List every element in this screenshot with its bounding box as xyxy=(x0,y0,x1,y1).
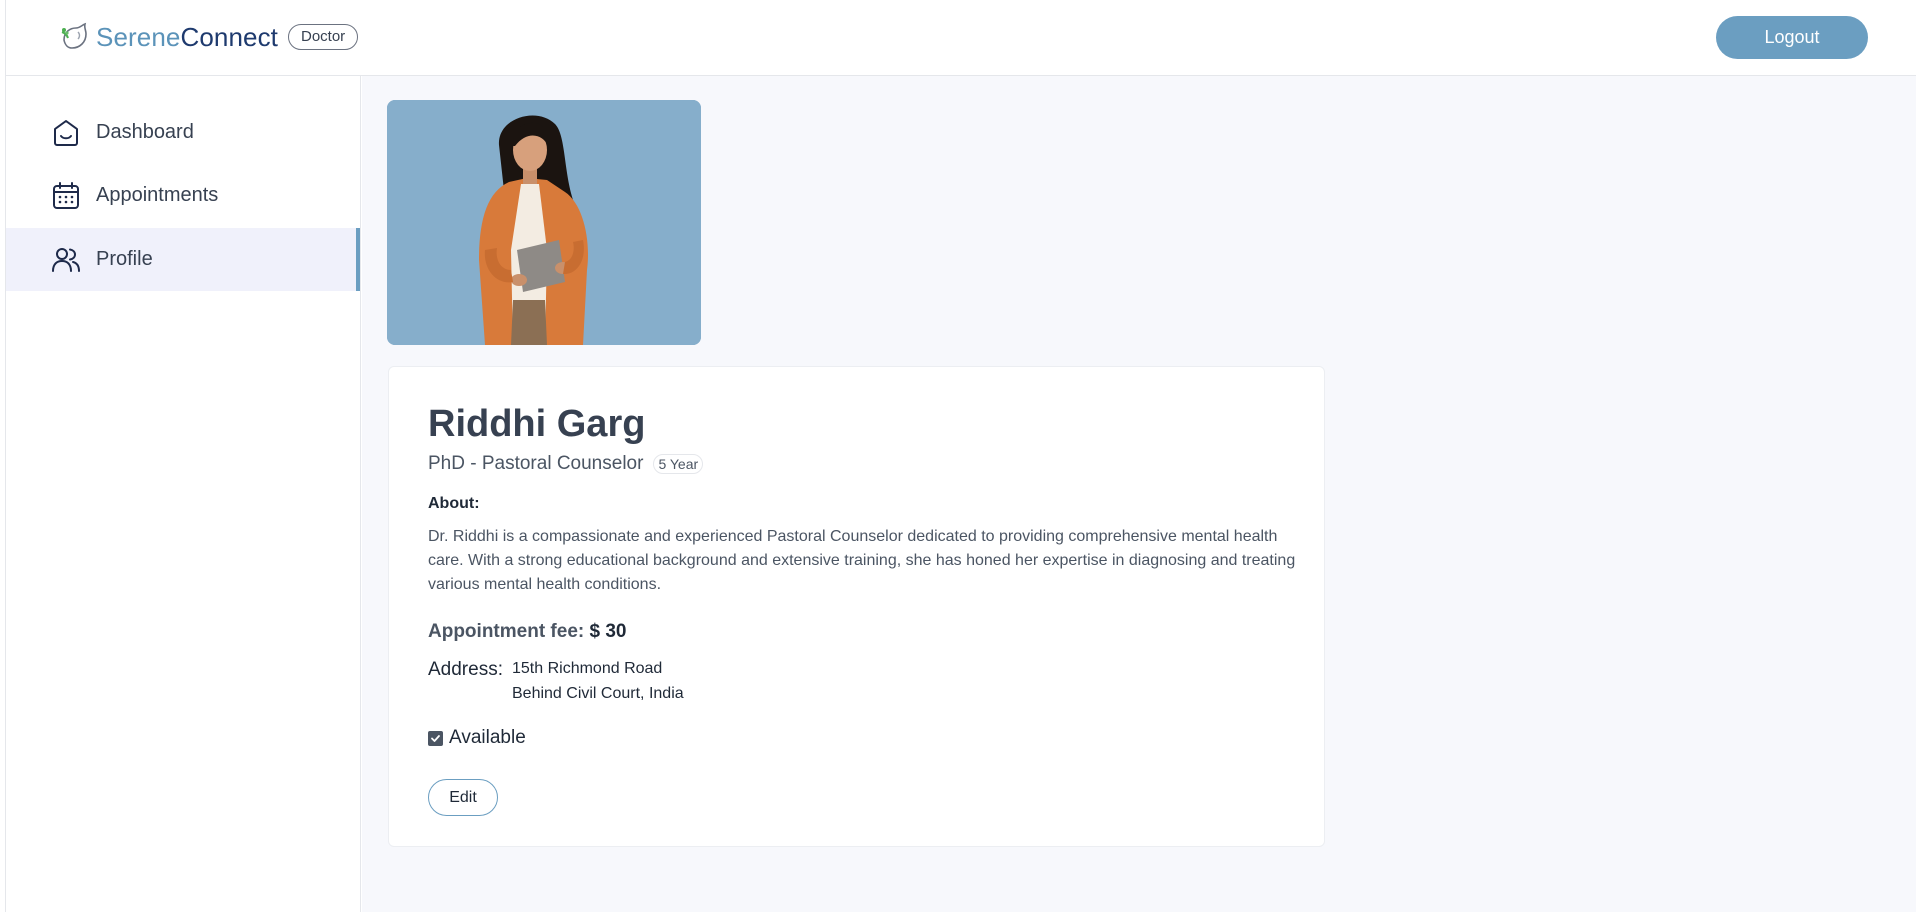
dove-icon xyxy=(61,22,87,49)
address-block: 15th Richmond Road Behind Civil Court, I… xyxy=(512,656,684,706)
top-header: SereneConnect Doctor Logout xyxy=(6,0,1916,76)
doctor-portrait-image xyxy=(387,100,701,345)
main-content: Riddhi Garg PhD - Pastoral Counselor 5 Y… xyxy=(362,76,1916,912)
edit-button[interactable]: Edit xyxy=(428,779,498,816)
logout-button[interactable]: Logout xyxy=(1716,16,1868,59)
doctor-name: Riddhi Garg xyxy=(428,403,646,445)
address-label: Address: xyxy=(428,659,503,680)
role-badge: Doctor xyxy=(288,24,359,50)
available-checkbox[interactable] xyxy=(428,730,443,746)
sidebar-item-profile[interactable]: Profile xyxy=(6,228,360,291)
sidebar-item-label: Appointments xyxy=(96,184,219,206)
doctor-photo xyxy=(387,100,701,345)
brand-name-part1: Serene xyxy=(96,21,181,52)
checkmark-icon xyxy=(431,734,440,742)
available-label: Available xyxy=(449,727,526,748)
available-toggle[interactable]: Available xyxy=(428,727,526,749)
calendar-icon xyxy=(53,181,79,209)
sidebar-item-label: Profile xyxy=(96,248,153,270)
about-text: Dr. Riddhi is a compassionate and experi… xyxy=(428,528,1296,593)
sidebar: Dashboard Appointments Profile xyxy=(6,76,361,912)
experience-badge: 5 Year xyxy=(653,454,704,474)
profile-card: Riddhi Garg PhD - Pastoral Counselor 5 Y… xyxy=(388,366,1325,847)
sidebar-item-label: Dashboard xyxy=(96,121,194,143)
home-icon xyxy=(54,119,78,146)
address-line-2: Behind Civil Court, India xyxy=(512,685,684,702)
sidebar-item-appointments[interactable]: Appointments xyxy=(6,164,360,227)
fee-value: $ 30 xyxy=(589,621,627,642)
people-icon xyxy=(52,247,80,272)
brand-name-part2: Connect xyxy=(180,21,278,52)
brand-name: SereneConnect xyxy=(96,22,278,53)
fee-label: Appointment fee: xyxy=(428,621,585,642)
appointment-fee: Appointment fee: $ 30 xyxy=(428,621,626,643)
about-label: About: xyxy=(428,495,480,512)
app-logo[interactable]: SereneConnect Doctor xyxy=(58,20,359,54)
address-line-1: 15th Richmond Road xyxy=(512,660,663,677)
degree-row: PhD - Pastoral Counselor 5 Year xyxy=(428,453,704,475)
doctor-degree: PhD - Pastoral Counselor xyxy=(428,453,644,474)
app-frame: SereneConnect Doctor Logout Dashboard Ap… xyxy=(5,0,1916,912)
sidebar-item-dashboard[interactable]: Dashboard xyxy=(6,101,360,164)
